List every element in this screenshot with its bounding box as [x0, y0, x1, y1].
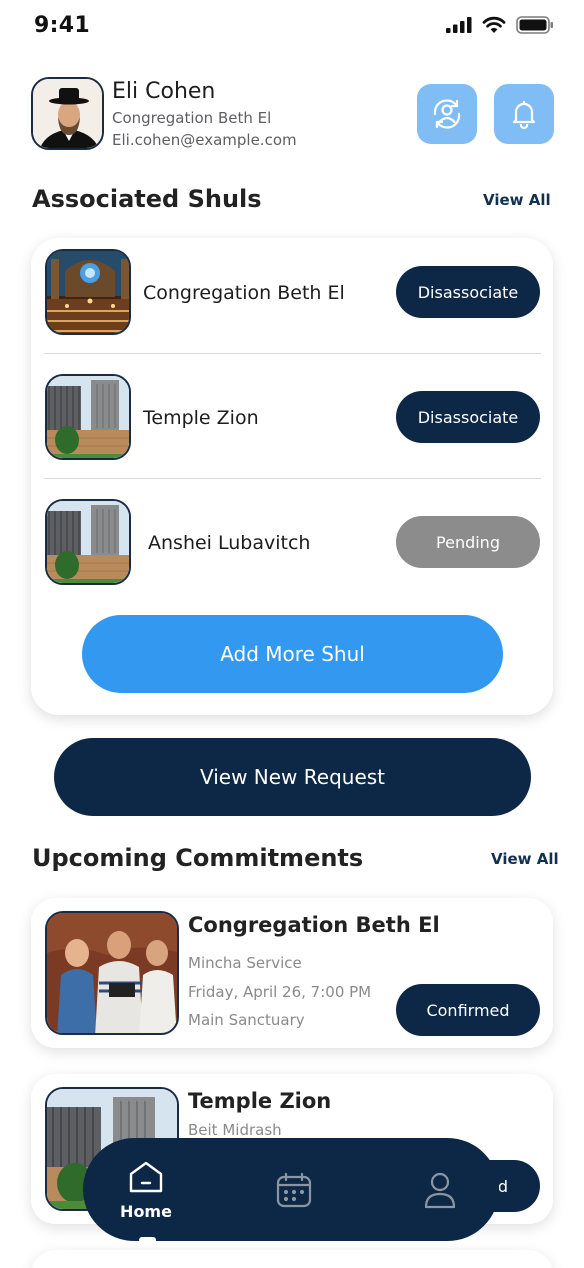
signal-icon	[446, 17, 472, 33]
commitment-shul-name: Congregation Beth El	[188, 913, 440, 937]
shul-thumbnail	[45, 374, 131, 460]
synagogue-interior-image	[47, 251, 129, 333]
associated-shuls-view-all[interactable]: View All	[483, 191, 551, 209]
bell-icon	[512, 100, 536, 130]
calendar-icon	[276, 1172, 312, 1207]
confirmed-status-button[interactable]: Confirmed	[396, 984, 540, 1036]
commitment-service: Mincha Service	[188, 954, 302, 972]
commitment-service: Beit Midrash	[188, 1121, 282, 1139]
profile-email: Eli.cohen@example.com	[112, 131, 297, 149]
shul-name: Temple Zion	[143, 407, 259, 429]
notifications-button[interactable]	[494, 84, 554, 144]
nav-calendar[interactable]	[261, 1138, 327, 1241]
associated-shuls-title: Associated Shuls	[32, 185, 262, 213]
nav-active-indicator	[139, 1237, 156, 1243]
bottom-navigation: Home	[83, 1138, 499, 1241]
commitment-card[interactable]	[31, 1250, 553, 1268]
wifi-icon	[482, 16, 506, 33]
synagogue-exterior-image	[47, 376, 129, 458]
shul-name: Congregation Beth El	[143, 282, 345, 304]
commitment-shul-name: Temple Zion	[188, 1089, 332, 1113]
status-time: 9:41	[34, 13, 90, 38]
shul-name: Anshei Lubavitch	[148, 532, 311, 554]
nav-home[interactable]: Home	[113, 1138, 179, 1241]
nav-profile[interactable]	[407, 1138, 473, 1241]
profile-shul: Congregation Beth El	[112, 109, 272, 127]
view-new-request-button[interactable]: View New Request	[54, 738, 531, 816]
status-bar: 9:41	[0, 0, 584, 56]
status-icons	[446, 16, 554, 34]
disassociate-button[interactable]: Disassociate	[396, 266, 540, 318]
commitment-thumbnail	[45, 911, 179, 1035]
shul-row: Anshei Lubavitch Pending	[31, 488, 553, 612]
associated-shuls-card: Congregation Beth El Disassociate Temple…	[31, 238, 553, 715]
upcoming-commitments-view-all[interactable]: View All	[491, 850, 559, 868]
shul-row: Temple Zion Disassociate	[31, 363, 553, 487]
divider	[44, 353, 541, 354]
commitment-datetime: Friday, April 26, 7:00 PM	[188, 983, 372, 1001]
add-more-shul-button[interactable]: Add More Shul	[82, 615, 503, 693]
switch-account-button[interactable]	[417, 84, 477, 144]
prayer-service-image	[47, 913, 177, 1033]
shul-thumbnail	[45, 499, 131, 585]
commitment-location: Main Sanctuary	[188, 1011, 305, 1029]
switch-account-icon	[433, 99, 461, 129]
profile-icon	[424, 1172, 456, 1208]
pending-status-button[interactable]: Pending	[396, 516, 540, 568]
home-icon	[129, 1161, 163, 1193]
avatar-image	[33, 79, 102, 148]
commitment-card[interactable]: Congregation Beth El Mincha Service Frid…	[31, 898, 553, 1048]
synagogue-exterior-image	[47, 501, 129, 583]
profile-name: Eli Cohen	[112, 79, 216, 104]
nav-home-label: Home	[120, 1202, 172, 1221]
shul-row: Congregation Beth El Disassociate	[31, 238, 553, 362]
avatar[interactable]	[31, 77, 104, 150]
shul-thumbnail	[45, 249, 131, 335]
disassociate-button[interactable]: Disassociate	[396, 391, 540, 443]
battery-icon	[516, 16, 553, 34]
upcoming-commitments-title: Upcoming Commitments	[32, 844, 364, 872]
divider	[44, 478, 541, 479]
